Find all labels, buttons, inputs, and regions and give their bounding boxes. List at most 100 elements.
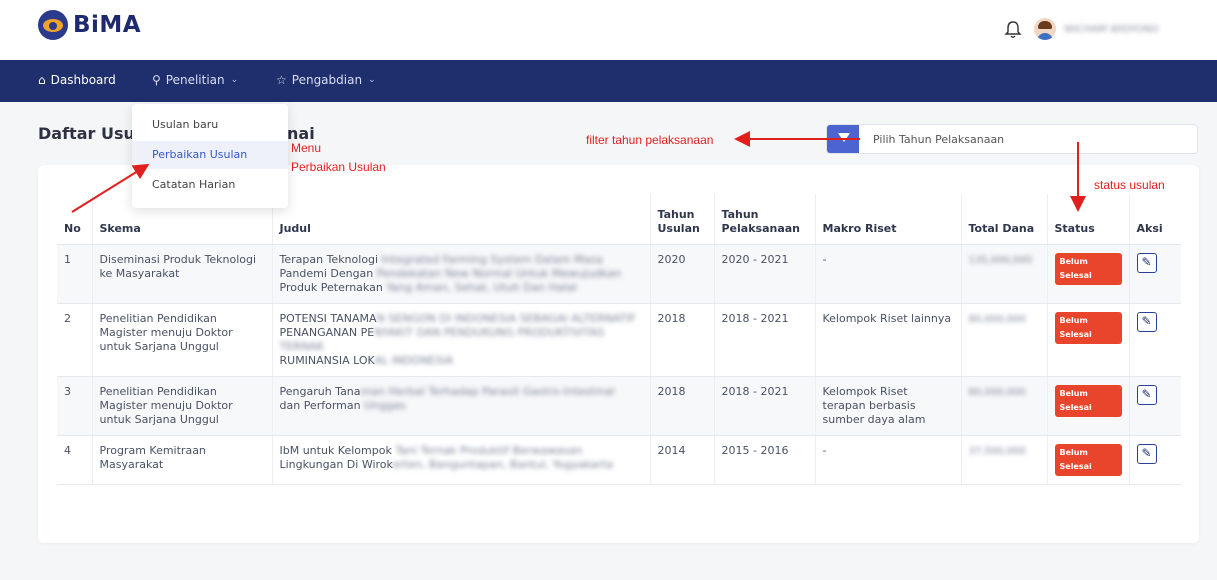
cell-makro-riset: -: [814, 435, 961, 485]
cell-no: 1: [57, 244, 92, 304]
cell-tahun-usulan: 2020: [649, 244, 714, 304]
cell-status: Belum Selesai: [1046, 376, 1129, 436]
cell-status: Belum Selesai: [1046, 435, 1129, 485]
total-dana-value: 135,000,000: [968, 254, 1033, 266]
user-name-dropdown[interactable]: WICHAM WIDYONO: [1064, 24, 1159, 35]
cell-total-dana: 80,000,000: [960, 376, 1047, 436]
edit-icon[interactable]: [1136, 311, 1157, 332]
user-avatar[interactable]: [1034, 18, 1056, 40]
nav-dashboard-label: Dashboard: [50, 73, 116, 87]
status-badge: Belum Selesai: [1054, 384, 1122, 417]
star-icon: ☆: [276, 73, 287, 87]
bima-logo[interactable]: BiMA: [38, 10, 141, 40]
cell-makro-riset: Kelompok Riset terapan berbasis sumber d…: [814, 376, 961, 436]
judul-text: Produk Peternakan: [279, 280, 383, 294]
annotation-menu-line1: Menu: [291, 141, 322, 155]
cell-skema: Program Kemitraan Masyarakat: [91, 435, 272, 485]
cell-total-dana: 37,500,000: [960, 435, 1047, 485]
col-header-judul: Judul: [271, 194, 650, 245]
home-icon: ⌂: [38, 73, 46, 87]
judul-blurred-text: AL INDONESIA: [374, 353, 454, 367]
judul-blurred-text: Integrated Farming System Dalam Masa: [381, 252, 603, 266]
cell-skema: Penelitian Pendidikan Magister menuju Do…: [91, 376, 272, 436]
cell-tahun-usulan: 2018: [649, 376, 714, 436]
table-row: 3 Penelitian Pendidikan Magister menuju …: [57, 376, 1181, 436]
cell-status: Belum Selesai: [1046, 303, 1129, 377]
status-badge: Belum Selesai: [1054, 311, 1122, 344]
bell-icon[interactable]: [1004, 20, 1022, 40]
cell-judul: Pengaruh Tanaman Herbal Terhadap Parasit…: [271, 376, 650, 436]
table-row: 1 Diseminasi Produk Teknologi ke Masyara…: [57, 244, 1181, 304]
judul-blurred-text: Unggas: [364, 398, 406, 412]
total-dana-value: 80,000,000: [968, 313, 1026, 325]
col-header-tahun-usulan: Tahun Usulan: [649, 194, 714, 245]
col-header-status: Status: [1046, 194, 1129, 245]
main-nav: ⌂ Dashboard ⚲ Penelitian ⌄ ☆ Pengabdian …: [0, 60, 1217, 102]
cell-total-dana: 135,000,000: [960, 244, 1047, 304]
judul-text: Pandemi Dengan: [279, 266, 374, 280]
col-header-aksi: Aksi: [1128, 194, 1181, 245]
cell-makro-riset: Kelompok Riset lainnya: [814, 303, 961, 377]
filter-placeholder: Pilih Tahun Pelaksanaan: [873, 133, 1005, 146]
nav-pengabdian[interactable]: ☆ Pengabdian ⌄: [276, 73, 376, 87]
cell-tahun-pelaksanaan: 2018 - 2021: [713, 303, 815, 377]
cell-skema: Diseminasi Produk Teknologi ke Masyaraka…: [91, 244, 272, 304]
col-header-tahun-pelaksanaan: Tahun Pelaksanaan: [713, 194, 815, 245]
cell-tahun-pelaksanaan: 2018 - 2021: [713, 376, 815, 436]
cell-aksi: [1128, 244, 1181, 304]
tahun-pelaksanaan-filter[interactable]: Pilih Tahun Pelaksanaan: [826, 124, 1198, 154]
judul-text: POTENSI TANAMA: [279, 311, 377, 325]
cell-aksi: [1128, 376, 1181, 436]
judul-text: IbM untuk Kelompok: [279, 443, 392, 457]
status-badge: Belum Selesai: [1054, 252, 1122, 285]
judul-blurred-text: man Herbal Terhadap Parasit Gastro-Intes…: [360, 384, 615, 398]
cell-no: 4: [57, 435, 92, 485]
edit-icon[interactable]: [1136, 443, 1157, 464]
nav-pengabdian-label: Pengabdian: [291, 73, 363, 87]
judul-text: Lingkungan Di Wirok: [279, 457, 393, 471]
filter-icon[interactable]: [827, 125, 859, 153]
annotation-filter: filter tahun pelaksanaan: [586, 133, 714, 147]
edit-icon[interactable]: [1136, 384, 1157, 405]
judul-blurred-text: Yang Aman, Sehat, Utuh Dan Halal: [386, 280, 577, 294]
nav-penelitian[interactable]: ⚲ Penelitian ⌄: [152, 73, 238, 87]
cell-judul: Terapan Teknologi Integrated Farming Sys…: [271, 244, 650, 304]
cell-makro-riset: -: [814, 244, 961, 304]
cell-skema: Penelitian Pendidikan Magister menuju Do…: [91, 303, 272, 377]
judul-text: RUMINANSIA LOK: [279, 353, 375, 367]
table-row: 4 Program Kemitraan Masyarakat IbM untuk…: [57, 435, 1181, 485]
judul-blurred-text: Pendekatan New Normal Untuk Mewujudkan: [376, 266, 622, 280]
col-header-makro-riset: Makro Riset: [814, 194, 961, 245]
judul-text: PENANGANAN PE: [279, 325, 375, 339]
menu-item-catatan-harian[interactable]: Catatan Harian: [152, 178, 235, 191]
chevron-down-icon: ⌄: [230, 75, 239, 85]
cell-aksi: [1128, 303, 1181, 377]
judul-blurred-text: Tani Ternak Produktif Berwawasan: [395, 443, 583, 457]
top-header: BiMA WICHAM WIDYONO: [0, 0, 1217, 60]
penelitian-dropdown-menu: Usulan baru Perbaikan Usulan Catatan Har…: [132, 104, 288, 208]
search-icon: ⚲: [152, 73, 161, 87]
annotation-status: status usulan: [1094, 178, 1165, 192]
cell-tahun-pelaksanaan: 2015 - 2016: [713, 435, 815, 485]
cell-judul: POTENSI TANAMAN SENGON DI INDONESIA SEBA…: [271, 303, 650, 377]
cell-judul: IbM untuk Kelompok Tani Ternak Produktif…: [271, 435, 650, 485]
judul-blurred-text: N SENGON DI INDONESIA SEBAGAI ALTERNATIF: [376, 311, 636, 325]
usulan-table: No Skema Judul Tahun Usulan Tahun Pelaks…: [57, 194, 1181, 485]
cell-tahun-usulan: 2018: [649, 303, 714, 377]
logo-text: BiMA: [73, 12, 142, 38]
menu-item-perbaikan-usulan[interactable]: Perbaikan Usulan: [152, 148, 247, 161]
edit-icon[interactable]: [1136, 252, 1157, 273]
total-dana-value: 80,000,000: [968, 386, 1026, 398]
page-title: Daftar Usul: [38, 124, 141, 143]
menu-item-usulan-baru[interactable]: Usulan baru: [152, 118, 218, 131]
cell-no: 3: [57, 376, 92, 436]
cell-status: Belum Selesai: [1046, 244, 1129, 304]
nav-dashboard[interactable]: ⌂ Dashboard: [38, 73, 116, 87]
annotation-menu-line2: Perbaikan Usulan: [291, 160, 386, 174]
cell-aksi: [1128, 435, 1181, 485]
judul-blurred-text: erten, Banguntapan, Bantul, Yogyakarta: [392, 457, 614, 471]
status-badge: Belum Selesai: [1054, 443, 1122, 476]
judul-text: dan Performan: [279, 398, 361, 412]
cell-tahun-usulan: 2014: [649, 435, 714, 485]
logo-mark-icon: [38, 10, 68, 40]
